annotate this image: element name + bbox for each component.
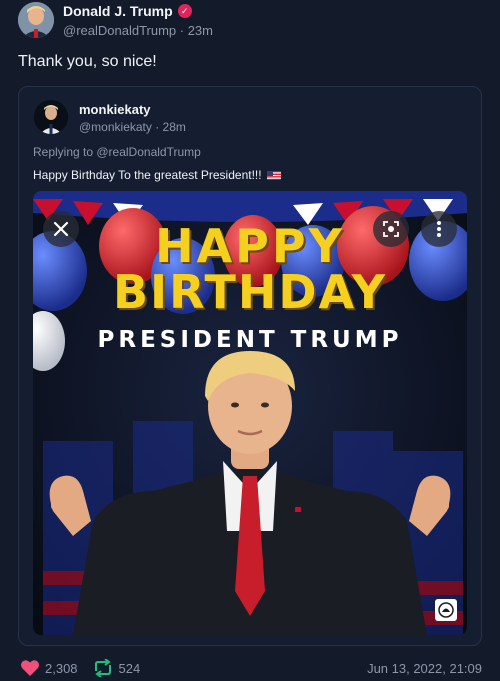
author-name[interactable]: Donald J. Trump ✓ bbox=[63, 3, 192, 19]
repost-button[interactable]: 524 bbox=[92, 659, 141, 677]
repost-count: 524 bbox=[118, 660, 141, 676]
like-count: 2,308 bbox=[45, 660, 78, 676]
author-avatar[interactable] bbox=[18, 2, 54, 38]
image-subtitle: PRESIDENT TRUMP bbox=[97, 327, 403, 353]
lens-search-icon bbox=[383, 221, 399, 237]
lens-search-button[interactable] bbox=[373, 211, 409, 247]
repost-icon bbox=[94, 659, 111, 677]
quoted-author-name[interactable]: monkiekaty bbox=[79, 102, 151, 117]
post-timestamp[interactable]: Jun 13, 2022, 21:09 bbox=[367, 661, 482, 676]
like-button[interactable]: 2,308 bbox=[20, 659, 78, 677]
quoted-text: Happy Birthday To the greatest President… bbox=[33, 168, 281, 182]
author-handle-time[interactable]: @realDonaldTrump · 23m bbox=[63, 23, 213, 38]
post-container: Donald J. Trump ✓ @realDonaldTrump · 23m… bbox=[0, 0, 500, 681]
replying-to[interactable]: Replying to @realDonaldTrump bbox=[33, 145, 201, 159]
logo-badge-icon bbox=[435, 599, 457, 621]
author-name-text: Donald J. Trump bbox=[63, 3, 173, 19]
quoted-author-handle-time[interactable]: @monkiekaty · 28m bbox=[79, 120, 186, 134]
quoted-text-content: Happy Birthday To the greatest President… bbox=[33, 168, 262, 182]
close-image-button[interactable] bbox=[43, 211, 79, 247]
heart-icon bbox=[21, 660, 39, 676]
post-text: Thank you, so nice! bbox=[18, 53, 157, 70]
quoted-author-avatar[interactable] bbox=[34, 100, 68, 134]
post-footer: 2,308 524 Jun 13, 2022, 21:09 bbox=[20, 658, 482, 678]
more-options-button[interactable] bbox=[421, 211, 457, 247]
more-vertical-icon bbox=[437, 221, 441, 237]
post-image[interactable]: HAPPY BIRTHDAY PRESIDENT TRUMP bbox=[33, 191, 467, 635]
image-headline-birthday: BIRTHDAY bbox=[112, 265, 388, 319]
verified-badge-icon: ✓ bbox=[177, 4, 192, 18]
us-flag-icon bbox=[266, 170, 281, 180]
quoted-post[interactable]: monkiekaty @monkiekaty · 28m Replying to… bbox=[18, 86, 482, 646]
close-icon bbox=[53, 221, 69, 237]
